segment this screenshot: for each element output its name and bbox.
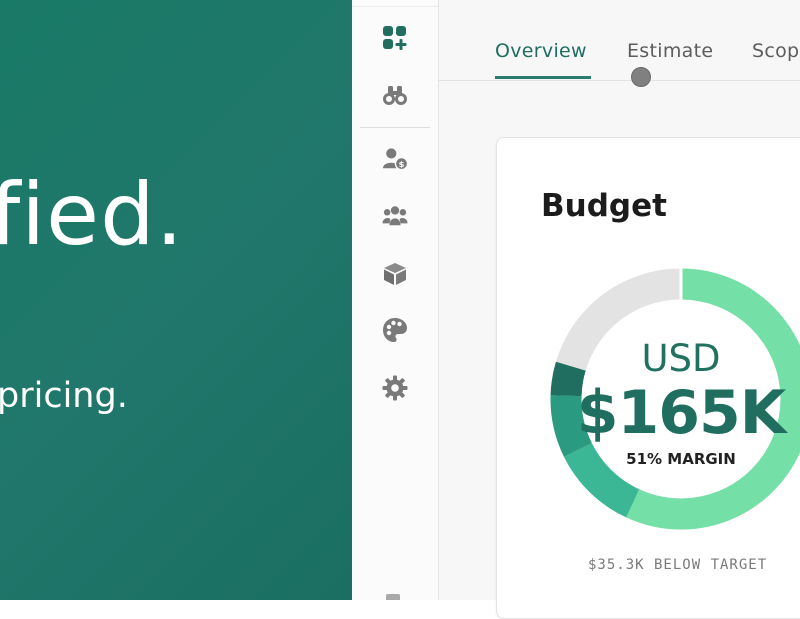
budget-margin: 51% MARGIN: [626, 450, 736, 468]
mouse-cursor-indicator: [631, 67, 651, 87]
tab-scope[interactable]: Scop: [752, 40, 799, 62]
apps-add-icon[interactable]: [382, 25, 408, 51]
below-target-note: $35.3K BELOW TARGET: [588, 557, 768, 573]
hero-subline: pricing.: [0, 376, 128, 416]
palette-icon[interactable]: [382, 317, 408, 343]
budget-amount: $165K: [576, 378, 787, 448]
hero-headline: fied.: [0, 165, 185, 265]
user-dollar-icon[interactable]: $: [382, 146, 408, 172]
cube-icon[interactable]: [382, 261, 408, 287]
rail-top-divider: [352, 6, 438, 7]
tab-estimate[interactable]: Estimate: [627, 40, 713, 62]
svg-text:$: $: [399, 159, 405, 169]
rail-divider: [360, 127, 430, 128]
rail-bottom-icon-partial[interactable]: [386, 594, 400, 600]
gear-icon[interactable]: [382, 375, 408, 401]
sidebar-rail: $: [352, 0, 439, 600]
tab-bar: Overview Estimate Scop: [439, 0, 800, 87]
team-icon[interactable]: [382, 203, 408, 229]
active-tab-underline: [495, 76, 591, 79]
tab-overview[interactable]: Overview: [495, 40, 587, 62]
hero-panel: fied. pricing.: [0, 0, 352, 600]
budget-title: Budget: [541, 188, 667, 224]
budget-currency: USD: [641, 337, 721, 380]
binoculars-icon[interactable]: [382, 82, 408, 108]
